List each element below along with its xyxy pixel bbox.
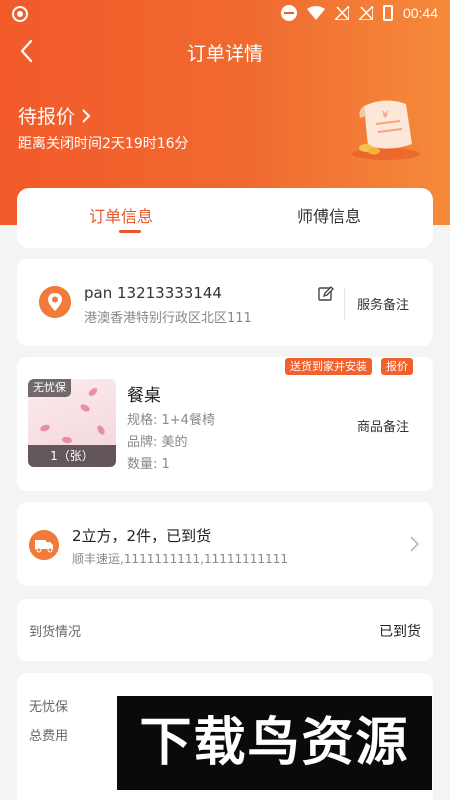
petal-decoration [79, 402, 91, 414]
location-pin-icon [39, 286, 71, 318]
close-countdown: 距离关闭时间2天19时16分 [18, 136, 189, 152]
tab-order-info[interactable]: 订单信息 [17, 203, 225, 227]
top-bar: 订单详情 [0, 28, 450, 74]
edit-icon[interactable] [318, 286, 334, 302]
clock: 00:44 [402, 5, 438, 21]
product-name: 餐桌 [127, 386, 161, 406]
petal-decoration [39, 423, 51, 433]
petal-decoration [61, 436, 73, 444]
wifi-icon [306, 6, 325, 20]
insurance-label: 无忧保 [29, 700, 69, 715]
petal-decoration [95, 424, 107, 436]
notification-icon [12, 6, 28, 22]
order-status-label: 待报价 [18, 106, 76, 128]
truck-icon [29, 530, 59, 560]
do-not-disturb-icon [280, 5, 297, 21]
order-status[interactable]: 待报价 [18, 102, 91, 129]
product-spec: 规格: 1+4餐椅 [127, 413, 215, 428]
status-bar: 00:44 [0, 0, 450, 28]
quote-tag: 报价 [381, 358, 413, 375]
chevron-right-icon [410, 536, 420, 552]
shipping-card[interactable]: 2立方，2件，已到货 顺丰速运,1111111111,11111111111 [17, 502, 433, 586]
shipping-detail: 顺丰速运,1111111111,11111111111 [72, 552, 288, 566]
receipt-illustration: ¥ [352, 100, 420, 160]
total-fee-label: 总费用 [29, 729, 69, 744]
watermark: 下载鸟资源 [117, 696, 432, 790]
svg-text:¥: ¥ [382, 110, 388, 121]
image-count: 1（张） [28, 445, 116, 467]
petal-decoration [87, 386, 99, 398]
service-remark-button[interactable]: 服务备注 [357, 294, 409, 313]
insurance-badge: 无忧保 [28, 379, 71, 397]
page-title: 订单详情 [186, 43, 263, 65]
battery-icon [382, 5, 393, 21]
product-image[interactable]: 无忧保 1（张） [28, 379, 116, 467]
tab-master-info[interactable]: 师傅信息 [225, 203, 433, 227]
arrival-card: 到货情况 已到货 [17, 599, 433, 661]
active-tab-indicator [119, 230, 141, 233]
product-remark-button[interactable]: 商品备注 [357, 416, 409, 435]
tab-bar: 订单信息 师傅信息 [17, 188, 433, 248]
product-brand: 品牌: 美的 [127, 435, 188, 450]
divider [344, 289, 345, 319]
product-card: 送货到家并安装 报价 无忧保 1（张） 餐桌 规格: 1+4餐椅 品牌: 美的 … [17, 357, 433, 491]
shipping-summary: 2立方，2件，已到货 [72, 527, 212, 545]
signal-icon [334, 6, 349, 20]
arrival-value: 已到货 [379, 624, 421, 640]
chevron-right-icon [82, 108, 91, 123]
delivery-install-tag: 送货到家并安装 [285, 358, 372, 375]
signal-icon-2 [358, 6, 373, 20]
contact-name-phone: pan 13213333144 [84, 284, 222, 302]
product-quantity: 数量: 1 [127, 457, 170, 472]
address-card: pan 13213333144 港澳香港特别行政区北区111 服务备注 [17, 259, 433, 346]
address-text: 港澳香港特别行政区北区111 [84, 311, 252, 326]
arrival-label: 到货情况 [29, 625, 82, 640]
